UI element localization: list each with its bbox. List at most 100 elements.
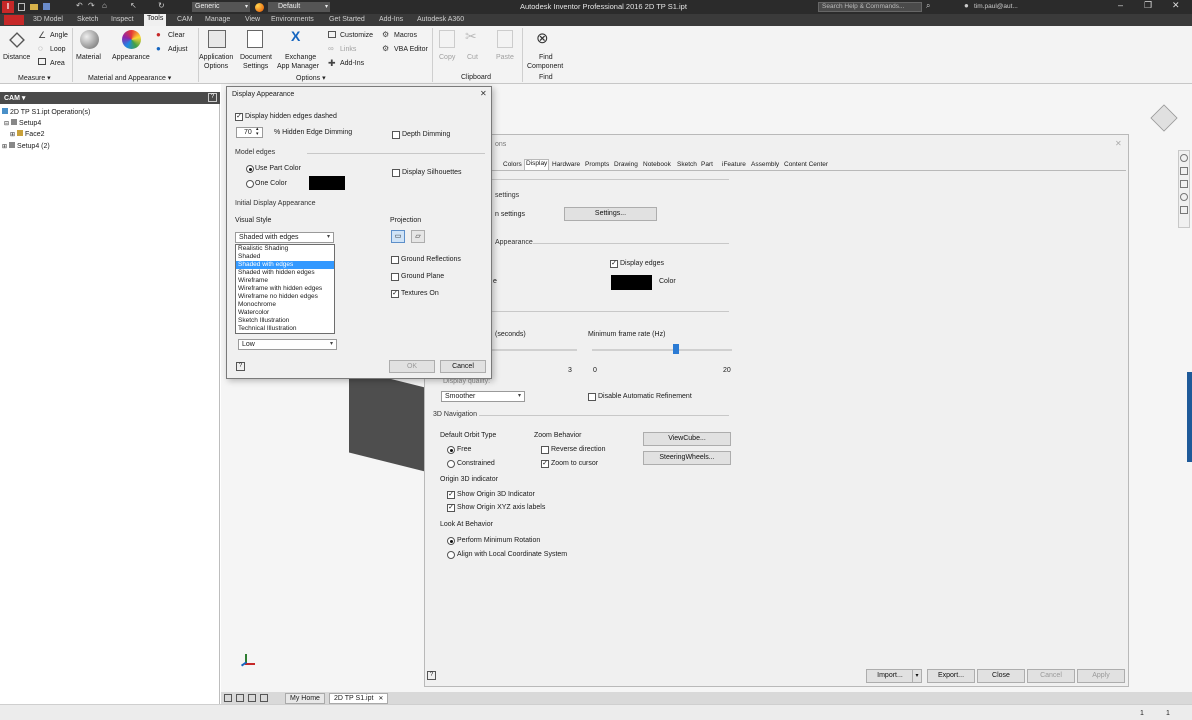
material-button[interactable]: Material <box>76 54 101 61</box>
tab-manage[interactable]: Manage <box>202 15 233 24</box>
tab-part[interactable]: Part <box>701 161 713 168</box>
application-options-button-line2[interactable]: Options <box>204 63 228 70</box>
tab-document[interactable]: 2D TP S1.ipt ✕ <box>329 693 389 704</box>
vba-editor-icon[interactable]: ⚙ <box>382 44 389 53</box>
ok-button[interactable]: OK <box>389 360 435 373</box>
orthographic-projection-button[interactable]: ▭ <box>391 230 405 243</box>
user-name[interactable]: tim.paul@aut... <box>974 3 1018 10</box>
adjust-button[interactable]: Adjust <box>168 46 187 53</box>
tab-content-center[interactable]: Content Center <box>784 161 828 168</box>
measure-group-title[interactable]: Measure ▾ <box>18 74 51 82</box>
zoom-icon[interactable] <box>1180 180 1188 188</box>
appearance-sphere-icon[interactable] <box>255 3 264 12</box>
tab-autodesk-a360[interactable]: Autodesk A360 <box>414 15 467 24</box>
appearance-wheel-icon[interactable] <box>122 30 141 49</box>
redo-icon[interactable]: ↷ <box>88 1 95 10</box>
tab-get-started[interactable]: Get Started <box>326 15 368 24</box>
search-icon[interactable]: ⌕ <box>926 1 930 11</box>
angle-button[interactable]: Angle <box>50 32 68 39</box>
tree-item-face2[interactable]: ⊞ Face2 <box>10 130 45 138</box>
import-dropdown-button[interactable]: ▾ <box>912 669 922 683</box>
document-settings-button-line1[interactable]: Document <box>240 54 272 61</box>
arrange-windows-icon[interactable] <box>248 694 256 702</box>
zoom-to-cursor-checkbox[interactable]: ✓ <box>541 460 549 468</box>
show-axis-labels-checkbox[interactable]: ✓ <box>447 504 455 512</box>
macros-icon[interactable]: ⚙ <box>382 30 389 39</box>
visual-style-option[interactable]: Technical Illustration <box>236 325 334 333</box>
visual-style-option-selected[interactable]: Shaded with edges <box>236 261 334 269</box>
hidden-edges-dashed-checkbox[interactable]: ✓ <box>235 113 243 121</box>
add-ins-icon[interactable]: ✚ <box>328 58 336 69</box>
browser-header[interactable]: CAM ▾ ? <box>0 92 220 104</box>
save-icon[interactable] <box>43 3 50 10</box>
tab-view[interactable]: View <box>242 15 263 24</box>
paste-button[interactable]: Paste <box>496 54 514 61</box>
spin-arrows-icon[interactable]: ▴ ▾ <box>256 127 259 137</box>
ruler-icon[interactable] <box>9 32 25 48</box>
import-button[interactable]: Import... <box>866 669 914 683</box>
steeringwheels-button[interactable]: SteeringWheels... <box>643 451 731 465</box>
help-icon[interactable]: ? <box>427 671 436 680</box>
tab-prompts[interactable]: Prompts <box>585 161 609 168</box>
maximize-icon[interactable]: ❐ <box>1144 0 1152 11</box>
visual-style-option[interactable]: Monochrome <box>236 301 334 309</box>
dimming-spinner[interactable]: 70 ▴ ▾ <box>236 127 263 138</box>
clear-button[interactable]: Clear <box>168 32 185 39</box>
display-quality-select[interactable]: Smoother ▾ <box>441 391 525 402</box>
search-help-field[interactable]: Search Help & Commands... <box>818 2 922 12</box>
viewcube-icon[interactable] <box>1150 104 1178 132</box>
visual-style-select[interactable]: Shaded with edges ▾ <box>235 232 334 243</box>
tree-item-operations[interactable]: 2D TP S1.ipt Operation(s) <box>2 108 90 116</box>
display-silhouettes-checkbox[interactable] <box>392 169 400 177</box>
ground-plane-checkbox[interactable] <box>391 273 399 281</box>
visual-style-option[interactable]: Wireframe with hidden edges <box>236 285 334 293</box>
options-group-title[interactable]: Options ▾ <box>296 74 326 82</box>
add-ins-button[interactable]: Add-Ins <box>340 60 364 67</box>
full-navigation-wheel-icon[interactable] <box>1180 154 1188 162</box>
minimize-icon[interactable]: – <box>1118 0 1123 10</box>
visual-style-option[interactable]: Sketch Illustration <box>236 317 334 325</box>
dialog-close-icon[interactable]: ✕ <box>1115 139 1122 148</box>
application-options-button-line1[interactable]: Application <box>199 54 233 61</box>
help-icon[interactable]: ? <box>236 362 245 371</box>
tile-windows-icon[interactable] <box>224 694 232 702</box>
app-logo-icon[interactable]: I <box>2 1 14 13</box>
settings-button[interactable]: Settings... <box>564 207 657 221</box>
tab-colors[interactable]: Colors <box>503 161 522 168</box>
reverse-direction-checkbox[interactable] <box>541 446 549 454</box>
lod-dropdown[interactable]: Default ▾ <box>268 2 330 12</box>
find-component-button-line1[interactable]: Find <box>539 54 553 61</box>
one-color-radio[interactable] <box>246 180 254 188</box>
tab-my-home[interactable]: My Home <box>285 693 325 704</box>
undo-icon[interactable]: ↶ <box>76 1 83 10</box>
depth-dimming-checkbox[interactable] <box>392 131 400 139</box>
disable-refinement-checkbox[interactable] <box>588 393 596 401</box>
document-settings-button-line2[interactable]: Settings <box>243 63 268 70</box>
frame-rate-slider-thumb[interactable] <box>673 344 679 354</box>
seconds-slider-track[interactable] <box>489 349 577 351</box>
loop-icon[interactable]: ◌ <box>38 44 43 53</box>
file-tab[interactable] <box>4 15 24 25</box>
home-icon[interactable]: ⌂ <box>102 1 107 10</box>
export-button[interactable]: Export... <box>927 669 975 683</box>
browser-header-title[interactable]: CAM ▾ <box>4 94 25 102</box>
material-appearance-group-title[interactable]: Material and Appearance ▾ <box>88 74 171 82</box>
material-sphere-icon[interactable] <box>80 30 99 49</box>
one-color-swatch[interactable] <box>309 176 345 190</box>
visual-style-option[interactable]: Shaded <box>236 253 334 261</box>
quality-select[interactable]: Low ▾ <box>238 339 337 350</box>
exchange-app-manager-icon[interactable]: X <box>291 28 300 44</box>
close-tab-icon[interactable]: ✕ <box>378 696 383 702</box>
macros-button[interactable]: Macros <box>394 32 417 39</box>
clear-icon[interactable]: ● <box>156 30 161 39</box>
tree-item-setup4-2[interactable]: ⊞ Setup4 (2) <box>2 142 50 150</box>
tab-environments[interactable]: Environments <box>268 15 317 24</box>
cancel-button[interactable]: Cancel <box>440 360 486 373</box>
customize-icon[interactable] <box>328 31 336 38</box>
list-windows-icon[interactable] <box>260 694 268 702</box>
user-icon[interactable]: ● <box>964 1 969 10</box>
edge-color-swatch[interactable] <box>611 275 652 290</box>
tab-tools[interactable]: Tools <box>144 14 167 26</box>
area-button[interactable]: Area <box>50 60 65 67</box>
select-icon[interactable]: ↖ <box>130 1 137 10</box>
